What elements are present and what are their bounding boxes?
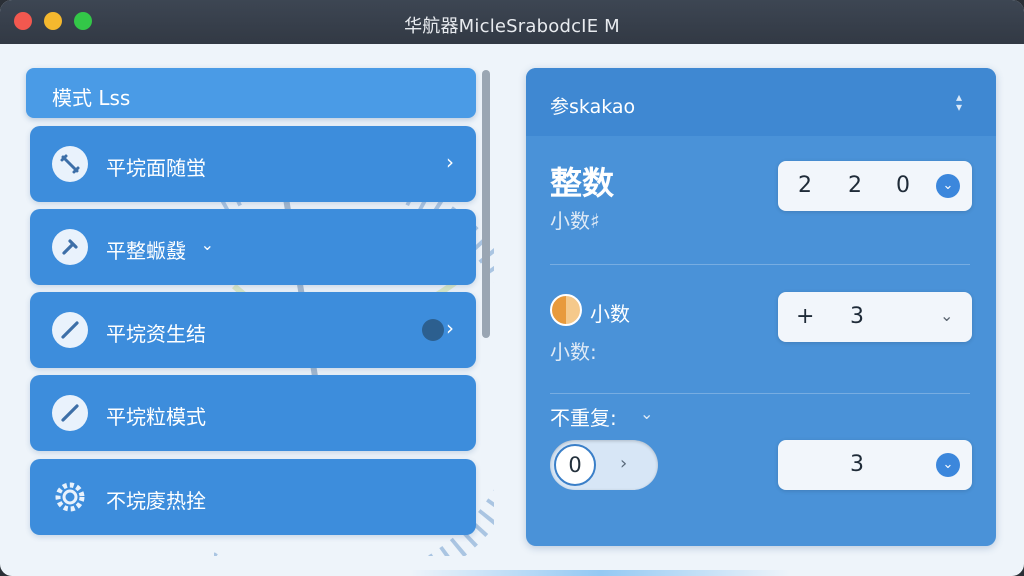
app-window: 华航器MicleSrabodcIE M 模式 Lss 平垸面随蛍 › 平整蝂鼗 …: [0, 0, 1024, 576]
chevron-right-icon: ›: [446, 316, 454, 340]
sidebar-item-label: 平垸粒模式: [106, 405, 206, 429]
chevron-down-icon[interactable]: ⌄: [640, 404, 653, 423]
chevron-down-icon[interactable]: ⌄: [936, 453, 960, 477]
window-title: 华航器MicleSrabodcIE M: [404, 16, 620, 37]
mode-header[interactable]: 模式 Lss: [26, 68, 476, 118]
wrench-icon: [52, 146, 88, 182]
decimal-stepper[interactable]: + 3 ⌄: [778, 292, 972, 342]
sidebar: 模式 Lss 平垸面随蛍 › 平整蝂鼗 ⌄ 平垸资生结 › 平垸粒模式 不垸庱热…: [24, 66, 494, 556]
repeat-value: 3: [850, 452, 864, 477]
sidebar-item-2[interactable]: 平整蝂鼗 ⌄: [30, 209, 476, 285]
digit-1: 2: [798, 173, 812, 198]
title-bar: 华航器MicleSrabodcIE M: [0, 0, 1024, 44]
sidebar-scrollbar[interactable]: [482, 70, 490, 338]
sign-label: +: [796, 304, 815, 329]
bottom-glint: [410, 570, 790, 576]
integer-digit-field[interactable]: 2 2 0 ⌄: [778, 161, 972, 211]
chevron-right-icon: ›: [446, 150, 454, 174]
decimal-title: 小数: [590, 302, 630, 326]
sidebar-item-5[interactable]: 不垸庱热拴: [30, 459, 476, 535]
gear-icon: [52, 479, 88, 515]
sidebar-item-label: 平垸面随蛍: [106, 156, 206, 180]
repeat-title: 不重复:: [550, 406, 617, 430]
sidebar-item-1[interactable]: 平垸面随蛍 ›: [30, 126, 476, 202]
sidebar-item-label: 不垸庱热拴: [106, 489, 206, 513]
sidebar-item-4[interactable]: 平垸粒模式: [30, 375, 476, 451]
hammer-icon: [52, 229, 88, 265]
integer-title: 整数: [550, 164, 615, 202]
divider: [550, 393, 970, 394]
panel-header[interactable]: 参skakao ▴ ▾: [526, 68, 996, 136]
color-dot-icon: [550, 294, 582, 326]
chevron-down-icon[interactable]: ⌄: [936, 174, 960, 198]
repeat-value-field[interactable]: 3 ⌄: [778, 440, 972, 490]
sidebar-item-label: 平垸资生结: [106, 322, 206, 346]
mode-header-label: 模式 Lss: [52, 86, 131, 110]
toggle-knob: 0: [554, 444, 596, 486]
chevron-right-icon: ›: [620, 453, 628, 474]
digit-3: 0: [896, 173, 910, 198]
decimal-value: 3: [850, 304, 864, 329]
chevron-down-icon[interactable]: ⌄: [940, 306, 953, 325]
pencil-icon: [52, 395, 88, 431]
digit-2: 2: [848, 173, 862, 198]
decimal-subtitle: 小数:: [550, 340, 597, 364]
divider: [550, 264, 970, 265]
repeat-toggle[interactable]: 0 ›: [550, 440, 658, 490]
chevron-down-icon: ⌄: [200, 235, 214, 254]
integer-subtitle: 小数♯: [550, 209, 600, 233]
sidebar-item-label: 平整蝂鼗: [106, 239, 186, 263]
up-down-chevron-icon[interactable]: ▴ ▾: [956, 91, 962, 113]
pencil-icon: [52, 312, 88, 348]
status-dot: [422, 319, 444, 341]
panel-header-label: 参skakao: [550, 96, 636, 118]
sidebar-item-3[interactable]: 平垸资生结 ›: [30, 292, 476, 368]
